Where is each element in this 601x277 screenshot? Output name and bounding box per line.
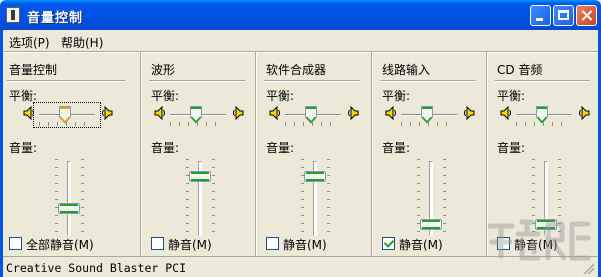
mute-checkbox[interactable] xyxy=(151,237,164,250)
balance-slider-thumb[interactable] xyxy=(421,106,433,124)
channel-divider xyxy=(255,52,257,256)
focus-outline xyxy=(33,102,101,128)
mute-checkbox[interactable] xyxy=(382,237,395,250)
channel-3: 线路输入 平衡: 音量: 静音(M) xyxy=(376,56,484,254)
volume-slider-thumb[interactable] xyxy=(304,170,326,182)
volume-track[interactable] xyxy=(67,161,71,236)
close-button[interactable] xyxy=(576,5,597,26)
channel-title-underline xyxy=(264,80,360,82)
volume-label: 音量: xyxy=(151,141,180,155)
menu-bar: 选项(P) 帮助(H) xyxy=(3,30,598,51)
channel-title: 音量控制 xyxy=(9,63,58,77)
balance-label: 平衡: xyxy=(266,89,295,103)
mute-label[interactable]: 全部静音(M) xyxy=(26,236,94,253)
mute-label[interactable]: 静音(M) xyxy=(283,236,327,253)
watermark-logo xyxy=(487,219,591,261)
balance-slider-thumb[interactable] xyxy=(190,106,202,124)
mute-checkbox[interactable] xyxy=(9,237,22,250)
channel-title-underline xyxy=(495,80,590,82)
speaker-left-icon xyxy=(500,105,512,121)
balance-slider-thumb[interactable] xyxy=(305,106,317,124)
channel-title-underline xyxy=(380,80,476,82)
channel-title: CD 音频 xyxy=(497,63,543,77)
volume-label: 音量: xyxy=(266,141,295,155)
mute-label[interactable]: 静音(M) xyxy=(399,236,443,253)
speaker-left-icon xyxy=(269,105,281,121)
balance-label: 平衡: xyxy=(382,89,411,103)
volume-ticks-right xyxy=(327,159,330,239)
channel-1: 波形 平衡: 音量: 静音(M) xyxy=(145,56,253,254)
menu-help[interactable]: 帮助(H) xyxy=(61,34,103,51)
channel-title: 软件合成器 xyxy=(266,63,327,77)
menu-options[interactable]: 选项(P) xyxy=(9,34,50,51)
channel-title: 线路输入 xyxy=(382,63,431,77)
volume-ticks-right xyxy=(81,159,84,239)
title-bar[interactable]: 音量控制 xyxy=(0,0,601,30)
balance-label: 平衡: xyxy=(151,89,180,103)
menu-separator xyxy=(3,51,598,53)
volume-slider-thumb[interactable] xyxy=(189,170,211,182)
volume-ticks-right xyxy=(212,159,215,239)
status-text: Creative Sound Blaster PCI xyxy=(6,261,187,275)
channel-divider xyxy=(371,52,373,256)
channel-0: 音量控制 平衡: 音量: 全部静音(M) xyxy=(3,56,133,254)
speaker-right-icon xyxy=(578,105,590,121)
speaker-right-icon xyxy=(347,105,359,121)
window-title: 音量控制 xyxy=(27,11,84,26)
speaker-right-icon xyxy=(101,105,113,121)
balance-slider-thumb[interactable] xyxy=(536,106,548,124)
volume-label: 音量: xyxy=(9,141,38,155)
app-icon[interactable] xyxy=(6,7,20,23)
volume-label: 音量: xyxy=(497,141,526,155)
volume-label: 音量: xyxy=(382,141,411,155)
minimize-button[interactable] xyxy=(530,5,551,26)
speaker-right-icon xyxy=(463,105,475,121)
mute-checkbox[interactable] xyxy=(266,237,279,250)
maximize-button[interactable] xyxy=(553,5,574,26)
volume-ticks-right xyxy=(443,159,446,239)
channel-title: 波形 xyxy=(151,63,176,77)
channel-title-underline xyxy=(7,80,125,82)
channel-2: 软件合成器 平衡: 音量: 静音(M) xyxy=(260,56,368,254)
volume-ticks-left xyxy=(55,159,58,239)
speaker-left-icon xyxy=(385,105,397,121)
channel-divider xyxy=(140,52,142,256)
volume-slider-thumb[interactable] xyxy=(420,218,442,230)
speaker-left-icon xyxy=(154,105,166,121)
balance-label: 平衡: xyxy=(497,89,526,103)
speaker-right-icon xyxy=(232,105,244,121)
channel-title-underline xyxy=(149,80,245,82)
volume-slider-thumb[interactable] xyxy=(58,202,80,214)
mute-label[interactable]: 静音(M) xyxy=(168,236,212,253)
